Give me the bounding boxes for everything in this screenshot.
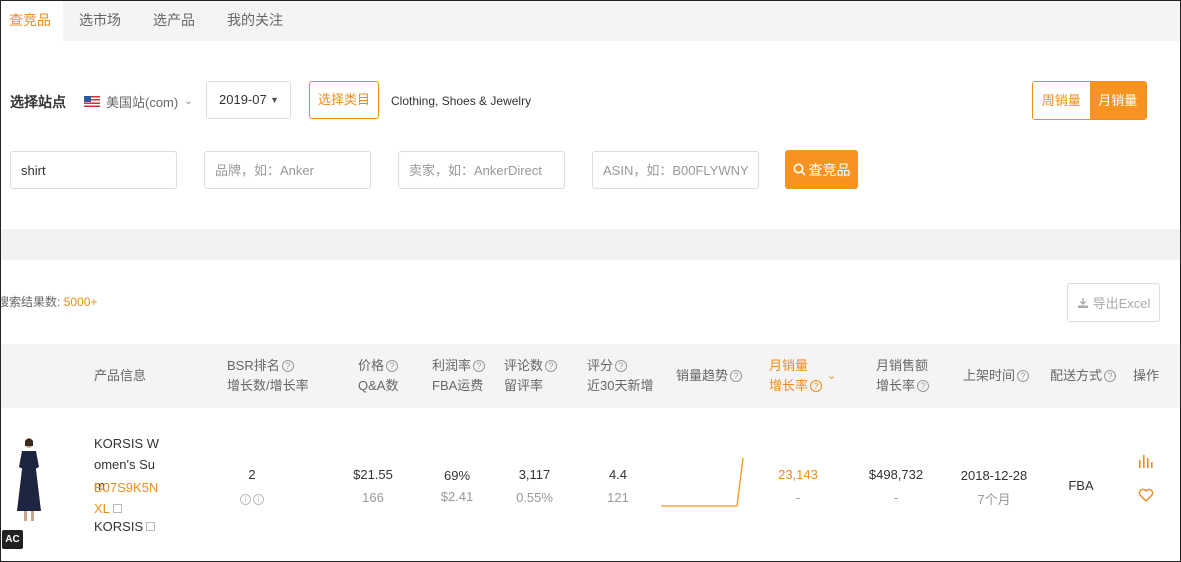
sort-desc-icon[interactable]: ⌄ — [827, 366, 836, 386]
external-link-icon[interactable] — [112, 504, 122, 513]
bsr-growth-info: ii — [235, 490, 269, 505]
monthly-sales: 23,143 — [778, 467, 818, 482]
product-image[interactable] — [11, 437, 47, 523]
help-icon: ? — [615, 360, 628, 372]
header-bsr[interactable]: BSR排名? 增长数/增长率 — [227, 356, 309, 396]
site-select[interactable]: 美国站(com) ⌄ — [84, 92, 193, 111]
listed-date: 2018-12-28 — [960, 468, 1028, 483]
result-count-label: 搜索结果数: — [0, 295, 61, 309]
info-icon[interactable]: i — [240, 494, 251, 505]
top-tab-bar: 查竞品 选市场 选产品 我的关注 — [1, 1, 1180, 41]
product-asin-link[interactable]: B07S9K5NXL — [94, 477, 164, 519]
new-reviews-30d: 121 — [607, 490, 629, 505]
search-competitor-button[interactable]: 查竞品 — [785, 150, 858, 189]
price-value: $21.55 — [353, 467, 393, 482]
help-icon: ? — [473, 360, 486, 372]
monthly-revenue-growth: - — [893, 490, 899, 505]
download-icon — [1077, 297, 1088, 308]
search-icon — [793, 163, 806, 176]
keyword-input[interactable] — [10, 151, 177, 189]
result-count-value: 5000+ — [63, 295, 98, 309]
brand-input[interactable] — [204, 151, 371, 189]
asin-input[interactable] — [592, 151, 759, 189]
external-link-icon[interactable] — [146, 522, 156, 531]
help-icon: ? — [545, 360, 558, 372]
profit-rate: 69% — [443, 468, 471, 483]
section-divider — [1, 229, 1180, 260]
tab-my-watchlist[interactable]: 我的关注 — [211, 1, 299, 41]
site-value: 美国站(com) — [106, 95, 179, 110]
header-listed-time[interactable]: 上架时间? — [963, 366, 1030, 386]
help-icon: ? — [1017, 370, 1030, 382]
listed-age: 7个月 — [977, 492, 1011, 507]
export-label: 导出Excel — [1092, 296, 1151, 311]
month-select[interactable]: 2019-07 ▼ — [206, 81, 291, 119]
help-icon: ? — [917, 380, 930, 392]
header-profit[interactable]: 利润率? FBA运费 — [432, 356, 486, 396]
header-product-info: 产品信息 — [94, 368, 147, 383]
help-icon: ? — [1104, 370, 1117, 382]
header-rating[interactable]: 评分? 近30天新增 — [587, 356, 653, 396]
header-monthly-revenue[interactable]: 月销售额 增长率? — [876, 356, 930, 396]
seller-input[interactable] — [398, 151, 565, 189]
search-button-label: 查竞品 — [808, 161, 851, 178]
review-rate: 0.55% — [516, 490, 553, 505]
monthly-sales-toggle[interactable]: 月销量 — [1089, 82, 1146, 119]
tab-product-select[interactable]: 选产品 — [137, 1, 211, 41]
tab-market-select[interactable]: 选市场 — [63, 1, 137, 41]
rating-value: 4.4 — [608, 467, 628, 482]
bar-chart-icon[interactable] — [1138, 454, 1154, 468]
help-icon: ? — [281, 360, 294, 372]
monthly-revenue: $498,732 — [868, 467, 924, 482]
help-icon: ? — [730, 370, 743, 382]
chevron-down-icon: ⌄ — [184, 96, 193, 107]
export-excel-button[interactable]: 导出Excel — [1067, 283, 1160, 322]
heart-icon[interactable] — [1138, 488, 1154, 502]
select-category-button[interactable]: 选择类目 — [309, 81, 379, 119]
help-icon: ? — [810, 380, 823, 392]
tab-competitor-search[interactable]: 查竞品 — [1, 1, 63, 41]
caret-down-icon: ▼ — [270, 95, 279, 105]
sales-period-toggle: 周销量 月销量 — [1032, 81, 1147, 120]
amazon-choice-badge: AC — [2, 530, 23, 549]
help-icon: ? — [386, 360, 399, 372]
header-monthly-sales[interactable]: 月销量 增长率? ⌄ — [769, 356, 836, 396]
fulfillment-method: FBA — [1068, 478, 1094, 493]
review-count: 3,117 — [518, 467, 551, 482]
header-actions: 操作 — [1133, 368, 1160, 383]
app-window: 查竞品 选市场 选产品 我的关注 选择站点 美国站(com) ⌄ 2019-07… — [0, 0, 1181, 562]
result-count: 搜索结果数: 5000+ — [0, 293, 98, 310]
header-trend: 销量趋势? — [676, 366, 743, 386]
site-label: 选择站点 — [10, 94, 66, 110]
header-reviews[interactable]: 评论数? 留评率 — [504, 356, 558, 396]
month-value: 2019-07 — [219, 92, 267, 107]
table-header: 产品信息 BSR排名? 增长数/增长率 价格? Q&A数 利润率? FBA运费 评论数… — [1, 344, 1180, 408]
header-fulfillment: 配送方式? — [1050, 366, 1117, 386]
weekly-sales-toggle[interactable]: 周销量 — [1033, 82, 1090, 119]
info-icon[interactable]: i — [253, 494, 264, 505]
selected-category: Clothing, Shoes & Jewelry — [391, 94, 532, 108]
qa-count: 166 — [362, 490, 384, 505]
monthly-sales-growth: - — [795, 490, 801, 505]
bsr-rank: 2 — [248, 467, 256, 482]
header-price[interactable]: 价格? Q&A数 — [358, 356, 398, 396]
sales-trend-sparkline[interactable] — [661, 453, 745, 511]
us-flag-icon — [84, 96, 100, 107]
product-brand-link[interactable]: KORSIS — [94, 519, 156, 534]
fba-fee: $2.41 — [440, 489, 474, 504]
